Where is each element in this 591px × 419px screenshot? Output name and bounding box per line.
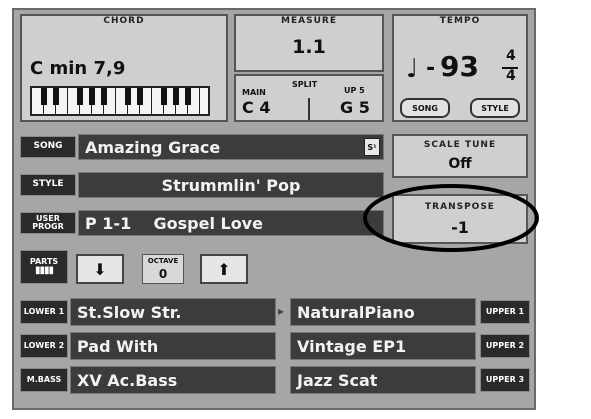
split-panel: MAIN SPLIT UP 5 C 4 G 5 (234, 74, 384, 122)
split-divider (308, 98, 310, 120)
tempo-label: TEMPO (439, 16, 481, 26)
keyboard-black-key (185, 88, 191, 105)
keyboard-black-key (161, 88, 167, 105)
lower2-tag[interactable]: LOWER 2 (20, 334, 68, 358)
measure-value: 1.1 (292, 36, 326, 58)
split-upper-value: G 5 (340, 98, 370, 117)
arrow-down-icon: ⬇ (93, 259, 107, 279)
upper2-field[interactable]: Vintage EP1 (290, 332, 476, 360)
mbass-tag[interactable]: M.BASS (20, 368, 68, 392)
upper1-sound: NaturalPiano (297, 302, 415, 322)
mbass-field[interactable]: XV Ac.Bass (70, 366, 276, 394)
keyboard-black-key (41, 88, 47, 105)
lower1-tag[interactable]: LOWER 1 (20, 300, 68, 324)
parts-keyboard-icon: ▮▮▮▮ (34, 264, 54, 276)
arrow-up-icon: ⬆ (217, 259, 231, 279)
song-field[interactable]: Amazing Grace (78, 134, 384, 160)
upper3-tag[interactable]: UPPER 3 (480, 368, 530, 392)
chord-panel: CHORD C min 7,9 (20, 14, 228, 122)
style-tag[interactable]: STYLE (20, 174, 76, 196)
upper2-sound: Vintage EP1 (297, 336, 407, 356)
chord-label: CHORD (103, 16, 145, 26)
lower2-field[interactable]: Pad With (70, 332, 276, 360)
split-main-value: C 4 (242, 98, 271, 117)
split-upper-label: UP 5 (344, 86, 365, 95)
upper1-tag[interactable]: UPPER 1 (480, 300, 530, 324)
keyboard-black-key (77, 88, 83, 105)
style-name: Strummlin' Pop (161, 175, 301, 195)
split-label: SPLIT (292, 80, 318, 89)
style-field[interactable]: Strummlin' Pop (78, 172, 384, 198)
upper3-sound: Jazz Scat (297, 370, 378, 390)
lower1-sound: St.Slow Str. (77, 302, 182, 322)
parts-button[interactable]: PARTS ▮▮▮▮ (20, 250, 68, 284)
measure-panel: MEASURE 1.1 (234, 14, 384, 72)
upper1-arrow-icon: ▸ (278, 304, 285, 318)
octave-panel: OCTAVE 0 (142, 254, 184, 284)
tempo-value: 93 (440, 50, 479, 83)
quarter-note-icon: ♩ (406, 54, 419, 84)
octave-value: 0 (158, 267, 168, 281)
style-tempo-button[interactable]: STYLE (470, 98, 520, 118)
song-name: Amazing Grace (85, 137, 221, 157)
scale-tune-panel[interactable]: SCALE TUNE Off (392, 134, 528, 178)
split-main-label: MAIN (242, 88, 266, 97)
keyboard-black-key (101, 88, 107, 105)
user-program-name: P 1-1 Gospel Love (85, 213, 263, 233)
lower1-field[interactable]: St.Slow Str. (70, 298, 276, 326)
scale-tune-value: Off (448, 156, 472, 172)
octave-up-button[interactable]: ⬆ (200, 254, 248, 284)
lower2-sound: Pad With (77, 336, 159, 356)
tempo-panel: TEMPO ♩ - 93 4 4 SONG STYLE (392, 14, 528, 122)
keyboard-black-key (137, 88, 143, 105)
scale-tune-label: SCALE TUNE (423, 140, 497, 150)
keyboard-white-key (200, 88, 208, 114)
arranger-screen: CHORD C min 7,9 MEASURE 1.1 MAIN SPLIT U… (12, 8, 539, 410)
song-tag[interactable]: SONG (20, 136, 76, 158)
tempo-dash: - (426, 56, 436, 81)
octave-down-button[interactable]: ⬇ (76, 254, 124, 284)
user-program-tag[interactable]: USER PROGR (20, 212, 76, 234)
keyboard-black-key (125, 88, 131, 105)
measure-label: MEASURE (281, 16, 337, 26)
keyboard-black-key (173, 88, 179, 105)
upper3-field[interactable]: Jazz Scat (290, 366, 476, 394)
song-file-icon[interactable]: S¹ (364, 138, 380, 156)
upper1-field[interactable]: NaturalPiano (290, 298, 476, 326)
time-signature-top: 4 (506, 48, 516, 64)
keyboard-black-key (89, 88, 95, 105)
upper2-tag[interactable]: UPPER 2 (480, 334, 530, 358)
mbass-sound: XV Ac.Bass (77, 370, 178, 390)
keyboard-black-key (53, 88, 59, 105)
chord-keyboard (30, 86, 210, 116)
transpose-highlight-ellipse (363, 184, 539, 252)
octave-label: OCTAVE (147, 257, 179, 265)
song-tempo-button[interactable]: SONG (400, 98, 450, 118)
chord-value: C min 7,9 (30, 58, 126, 79)
time-signature-bottom: 4 (506, 68, 516, 84)
user-program-field[interactable]: P 1-1 Gospel Love (78, 210, 384, 236)
